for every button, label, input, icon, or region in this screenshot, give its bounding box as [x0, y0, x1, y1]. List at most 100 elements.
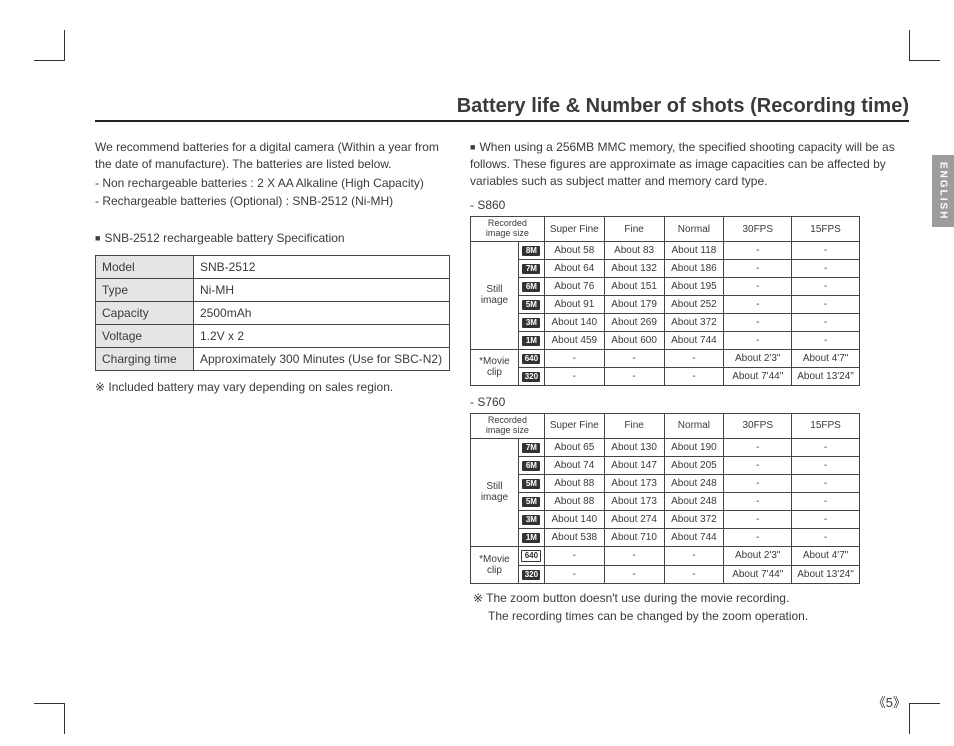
crop-mark — [909, 703, 940, 734]
data-cell: About 74 — [544, 456, 604, 474]
table-label: - S860 — [470, 197, 909, 214]
data-cell: About 186 — [664, 259, 724, 277]
spec-value: Ni-MH — [194, 278, 450, 301]
data-cell: About 195 — [664, 277, 724, 295]
data-cell: About 2'3" — [724, 349, 792, 367]
data-cell: About 13'24" — [792, 367, 860, 385]
size-icon: 640 — [521, 550, 541, 562]
data-cell: - — [792, 259, 860, 277]
data-cell: About 710 — [604, 528, 664, 546]
data-cell: - — [724, 259, 792, 277]
column-header: 15FPS — [792, 413, 860, 438]
data-cell: - — [604, 367, 664, 385]
data-cell: - — [792, 331, 860, 349]
data-cell: About 58 — [544, 241, 604, 259]
footer-note-2: The recording times can be changed by th… — [470, 608, 909, 625]
capacity-table: Recordedimage sizeSuper FineFineNormal30… — [470, 216, 860, 386]
data-cell: - — [604, 546, 664, 565]
bullet-recharge: - Rechargeable batteries (Optional) : SN… — [95, 193, 450, 210]
data-cell: About 151 — [604, 277, 664, 295]
data-cell: - — [664, 546, 724, 565]
data-cell: - — [544, 565, 604, 583]
data-cell: About 269 — [604, 313, 664, 331]
top-note: When using a 256MB MMC memory, the speci… — [470, 139, 909, 189]
spec-label: Charging time — [96, 347, 194, 370]
size-icon: 640 — [522, 354, 540, 364]
data-cell: About 7'44" — [724, 367, 792, 385]
spec-note: ※ Included battery may vary depending on… — [95, 379, 450, 396]
data-cell: About 2'3" — [724, 546, 792, 565]
data-cell: About 248 — [664, 492, 724, 510]
size-icon: 6M — [522, 461, 540, 471]
data-cell: - — [792, 438, 860, 456]
size-icon: 5M — [522, 497, 540, 507]
data-cell: - — [792, 528, 860, 546]
content-area: Battery life & Number of shots (Recordin… — [95, 95, 909, 716]
data-cell: About 13'24" — [792, 565, 860, 583]
left-column: We recommend batteries for a digital cam… — [95, 137, 450, 627]
data-cell: About 4'7" — [792, 349, 860, 367]
data-cell: About 252 — [664, 295, 724, 313]
data-cell: About 372 — [664, 313, 724, 331]
header-recorded: Recordedimage size — [471, 413, 545, 438]
data-cell: - — [604, 349, 664, 367]
column-header: Super Fine — [544, 413, 604, 438]
data-cell: About 76 — [544, 277, 604, 295]
column-header: 30FPS — [724, 217, 792, 242]
data-cell: About 64 — [544, 259, 604, 277]
spec-value: 2500mAh — [194, 301, 450, 324]
spec-table: ModelSNB-2512TypeNi-MHCapacity2500mAhVol… — [95, 255, 450, 371]
data-cell: - — [792, 241, 860, 259]
spec-value: SNB-2512 — [194, 255, 450, 278]
data-cell: - — [724, 331, 792, 349]
size-icon: 5M — [522, 300, 540, 310]
bullet-nonrecharge: - Non rechargeable batteries : 2 X AA Al… — [95, 175, 450, 192]
size-icon: 8M — [522, 246, 540, 256]
data-cell: - — [544, 349, 604, 367]
data-cell: About 132 — [604, 259, 664, 277]
data-cell: About 274 — [604, 510, 664, 528]
size-icon-cell: 5M — [518, 295, 544, 313]
data-cell: About 83 — [604, 241, 664, 259]
data-cell: About 372 — [664, 510, 724, 528]
column-header: Normal — [664, 413, 724, 438]
row-group: Stillimage — [471, 241, 519, 349]
column-header: 30FPS — [724, 413, 792, 438]
data-cell: About 118 — [664, 241, 724, 259]
spec-label: Capacity — [96, 301, 194, 324]
data-cell: About 88 — [544, 492, 604, 510]
data-cell: About 7'44" — [724, 565, 792, 583]
data-cell: - — [724, 492, 792, 510]
size-icon-cell: 7M — [518, 438, 544, 456]
data-cell: - — [544, 546, 604, 565]
spec-value: 1.2V x 2 — [194, 324, 450, 347]
right-column: When using a 256MB MMC memory, the speci… — [470, 137, 909, 627]
crop-mark — [909, 30, 940, 61]
column-header: Normal — [664, 217, 724, 242]
page: ENGLISH Battery life & Number of shots (… — [0, 0, 954, 746]
data-cell: - — [724, 474, 792, 492]
size-icon: 6M — [522, 282, 540, 292]
data-cell: About 190 — [664, 438, 724, 456]
data-cell: - — [792, 295, 860, 313]
columns: We recommend batteries for a digital cam… — [95, 137, 909, 627]
column-header: Fine — [604, 413, 664, 438]
page-title: Battery life & Number of shots (Recordin… — [95, 95, 909, 122]
data-cell: - — [724, 456, 792, 474]
size-icon-cell: 5M — [518, 492, 544, 510]
data-cell: - — [792, 474, 860, 492]
data-cell: - — [792, 313, 860, 331]
size-icon-cell: 3M — [518, 510, 544, 528]
row-group: *Movieclip — [471, 349, 519, 385]
data-cell: About 459 — [544, 331, 604, 349]
size-icon-cell: 1M — [518, 331, 544, 349]
spec-label: Type — [96, 278, 194, 301]
data-cell: About 4'7" — [792, 546, 860, 565]
size-icon: 320 — [522, 372, 540, 382]
data-cell: - — [724, 438, 792, 456]
size-icon-cell: 5M — [518, 474, 544, 492]
data-cell: About 538 — [544, 528, 604, 546]
data-cell: - — [724, 241, 792, 259]
size-icon-cell: 320 — [518, 565, 544, 583]
data-cell: About 248 — [664, 474, 724, 492]
